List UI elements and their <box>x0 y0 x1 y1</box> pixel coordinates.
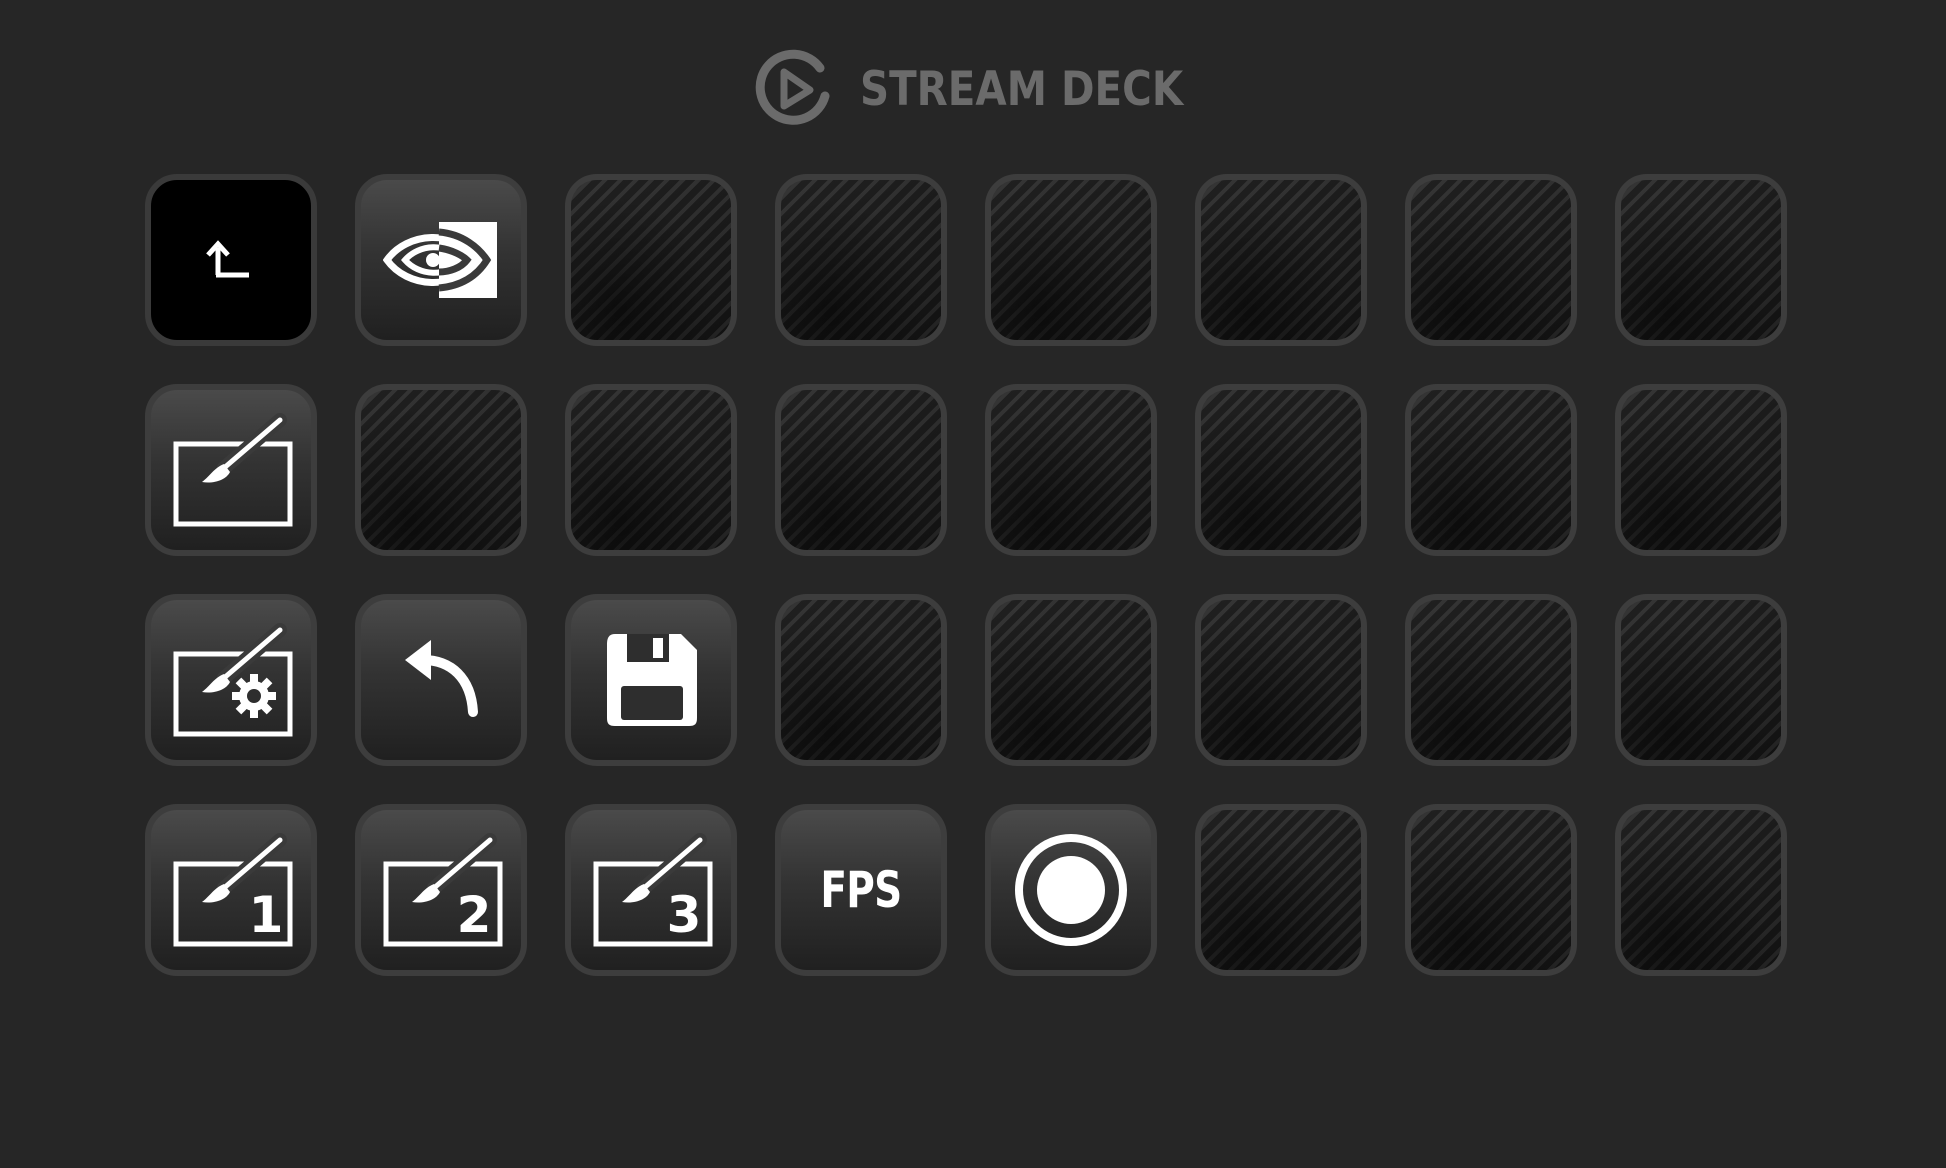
photo-mode-1-icon: 1 <box>173 833 293 947</box>
key-fps[interactable]: FPS <box>775 804 947 976</box>
key-save[interactable] <box>565 594 737 766</box>
key-empty[interactable] <box>565 384 737 556</box>
key-empty[interactable] <box>1615 594 1787 766</box>
undo-arrow-icon <box>405 640 478 717</box>
key-photo-mode-3[interactable]: 3 <box>565 804 737 976</box>
key-back[interactable] <box>145 174 317 346</box>
key-nvidia[interactable] <box>355 174 527 346</box>
key-empty[interactable] <box>565 174 737 346</box>
key-grid: 1 2 3 FPS <box>145 174 1787 976</box>
nvidia-logo-icon <box>383 222 497 298</box>
key-empty[interactable] <box>1195 804 1367 976</box>
key-empty[interactable] <box>1195 384 1367 556</box>
key-empty[interactable] <box>1405 804 1577 976</box>
key-photo-mode-2[interactable]: 2 <box>355 804 527 976</box>
key-empty[interactable] <box>985 174 1157 346</box>
key-undo[interactable] <box>355 594 527 766</box>
key-empty[interactable] <box>775 594 947 766</box>
key-empty[interactable] <box>985 594 1157 766</box>
key-empty[interactable] <box>1405 594 1577 766</box>
key-empty[interactable] <box>1615 804 1787 976</box>
fps-text-icon: FPS <box>820 861 903 919</box>
key-photo-mode-settings[interactable] <box>145 594 317 766</box>
key-empty[interactable] <box>1195 174 1367 346</box>
key-empty[interactable] <box>1615 384 1787 556</box>
photo-mode-number: 2 <box>457 886 492 944</box>
photo-mode-2-icon: 2 <box>383 833 503 947</box>
key-empty[interactable] <box>775 384 947 556</box>
photo-mode-3-icon: 3 <box>593 833 713 947</box>
key-empty[interactable] <box>1615 174 1787 346</box>
key-empty[interactable] <box>1405 174 1577 346</box>
key-empty[interactable] <box>985 384 1157 556</box>
photo-mode-number: 1 <box>249 886 284 944</box>
back-arrow-icon <box>206 240 249 278</box>
key-empty[interactable] <box>355 384 527 556</box>
photo-mode-icon <box>173 413 293 527</box>
app-title: STREAM DECK <box>860 61 1184 117</box>
photo-mode-number: 3 <box>667 886 702 944</box>
record-icon <box>1015 834 1127 946</box>
key-empty[interactable] <box>1195 594 1367 766</box>
key-empty[interactable] <box>775 174 947 346</box>
key-photo-mode-1[interactable]: 1 <box>145 804 317 976</box>
elgato-logo-icon <box>755 49 830 125</box>
key-photo-mode[interactable] <box>145 384 317 556</box>
key-record[interactable] <box>985 804 1157 976</box>
key-empty[interactable] <box>1405 384 1577 556</box>
save-floppy-icon <box>607 634 697 726</box>
photo-mode-settings-icon <box>173 623 293 737</box>
stream-deck-brand: STREAM DECK <box>750 44 1236 134</box>
